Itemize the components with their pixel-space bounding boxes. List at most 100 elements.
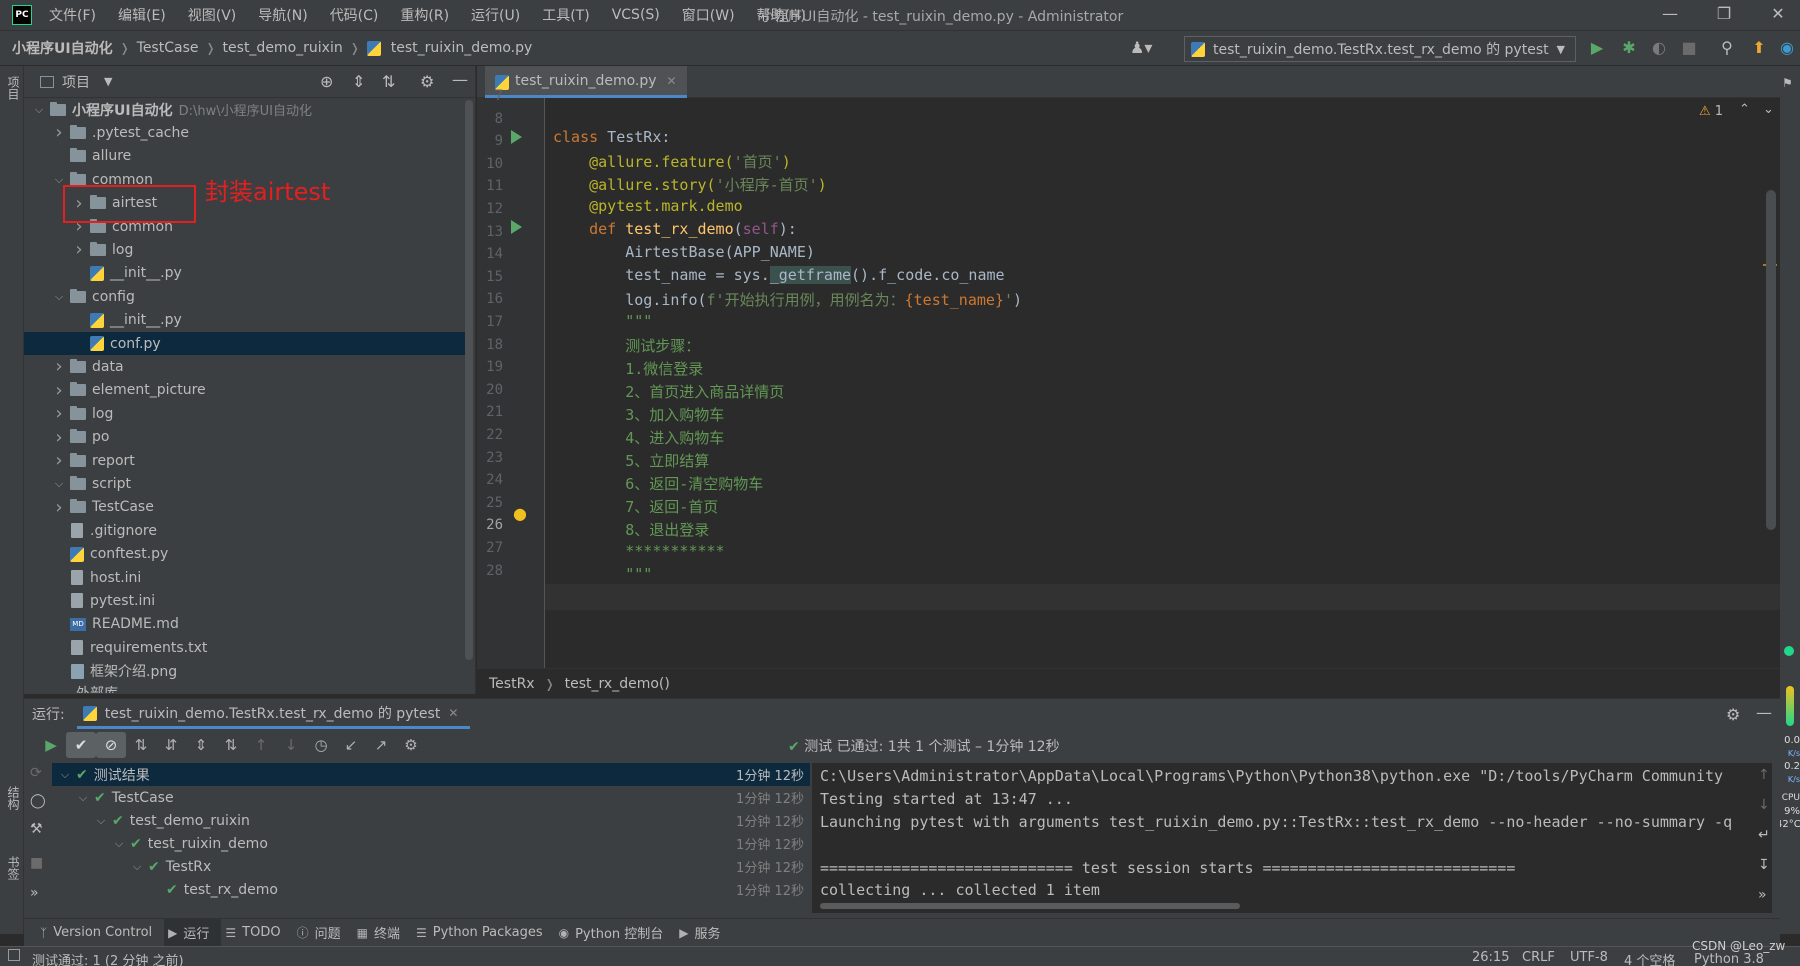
console-horizontal-scrollbar[interactable] [820, 903, 1240, 909]
tree-row-folder[interactable]: › po [24, 426, 468, 449]
chevron-right-icon[interactable]: › [52, 403, 66, 424]
chevron-right-icon[interactable]: › [52, 450, 66, 471]
test-result-row[interactable]: ⌵ ✔ TestCase 1分钟 12秒 [52, 786, 810, 809]
project-tool-button[interactable]: 项目 [5, 76, 22, 100]
menu-file[interactable]: 文件(F) [38, 5, 107, 25]
chevron-down-icon[interactable]: ⌵ [130, 860, 144, 874]
next-failed-icon[interactable]: ↓ [276, 732, 306, 758]
lightbulb-icon[interactable]: ● [513, 504, 527, 523]
tree-row-file[interactable]: 框架介绍.png [24, 660, 468, 683]
tool-python-packages[interactable]: ☰ Python Packages [412, 925, 555, 940]
collapse-all-icon[interactable]: ⇅ [216, 732, 246, 758]
menu-run[interactable]: 运行(U) [460, 5, 531, 25]
toggle-auto-test-icon[interactable]: ◯ [30, 793, 46, 809]
breadcrumb-class[interactable]: TestRx [489, 676, 535, 692]
menu-window[interactable]: 窗口(W) [671, 5, 746, 25]
export-tests-icon[interactable]: ↗ [366, 732, 396, 758]
close-tab-icon[interactable]: ✕ [667, 74, 677, 88]
collapse-all-icon[interactable]: ⇅ [382, 72, 395, 91]
previous-failed-icon[interactable]: ↑ [246, 732, 276, 758]
breadcrumb-file[interactable]: test_ruixin_demo.py [387, 40, 537, 56]
tool-todo[interactable]: ☰ TODO [221, 925, 292, 940]
tool-services[interactable]: ▶ 服务 [675, 923, 732, 943]
sort-alpha-icon[interactable]: ⇅ [126, 732, 156, 758]
plugin-icon[interactable]: ◉ [1776, 37, 1798, 59]
toggle-tool-windows-icon[interactable] [8, 949, 20, 961]
stop-icon[interactable]: ■ [30, 855, 43, 871]
rerun-icon[interactable]: ▶ [36, 732, 66, 758]
more-icon[interactable]: » [1758, 887, 1767, 903]
stop-icon[interactable]: ■ [1678, 37, 1700, 59]
close-tab-icon[interactable]: ✕ [448, 706, 458, 720]
menu-navigate[interactable]: 导航(N) [247, 5, 318, 25]
more-icon[interactable]: » [30, 885, 39, 901]
tree-row-file[interactable]: MD README.md [24, 613, 468, 636]
chevron-right-icon[interactable]: › [72, 239, 86, 260]
menu-view[interactable]: 视图(V) [177, 5, 248, 25]
run-test-icon[interactable] [511, 220, 522, 234]
wrench-icon[interactable]: ⚒ [30, 821, 43, 837]
tree-row-file[interactable]: __init__.py [24, 262, 468, 285]
chevron-right-icon[interactable]: › [52, 497, 66, 518]
chevron-right-icon[interactable]: › [52, 380, 66, 401]
indent-setting[interactable]: 4 个空格 [1624, 950, 1675, 966]
tool-terminal[interactable]: ▦ 终端 [353, 923, 412, 943]
project-scrollbar[interactable] [465, 100, 473, 660]
chevron-down-icon[interactable]: ⌵ [76, 791, 90, 805]
gear-icon[interactable]: ⚙ [420, 72, 434, 91]
chevron-down-icon[interactable]: ⌵ [32, 103, 46, 117]
search-icon[interactable]: ⚲ [1716, 37, 1738, 59]
tree-row-folder[interactable]: › TestCase [24, 496, 468, 519]
notifications-icon[interactable]: ⚑ [1782, 76, 1793, 90]
warnings-indicator[interactable]: ⚠ 1 [1699, 104, 1723, 119]
structure-tool-button[interactable]: 结构 [5, 786, 22, 810]
sort-duration-icon[interactable]: ⇵ [156, 732, 186, 758]
status-message[interactable]: 测试通过: 1 (2 分钟 之前) [32, 950, 184, 966]
tree-row-folder[interactable]: › element_picture [24, 379, 468, 402]
chevron-right-icon[interactable]: › [52, 122, 66, 143]
tree-row-file[interactable]: __init__.py [24, 309, 468, 332]
user-icon[interactable]: ♟▾ [1130, 37, 1152, 59]
debug-icon[interactable]: ✱ [1618, 37, 1640, 59]
tab-test-ruixin-demo[interactable]: test_ruixin_demo.py ✕ [485, 66, 687, 98]
expand-all-icon[interactable]: ⇕ [352, 72, 365, 91]
chevron-up-icon[interactable]: ⌃ [1739, 102, 1750, 117]
test-result-row[interactable]: ⌵ ✔ TestRx 1分钟 12秒 [52, 855, 810, 878]
tool-problems[interactable]: ⓘ 问题 [293, 923, 353, 942]
chevron-right-icon[interactable]: › [52, 356, 66, 377]
tree-row-folder[interactable]: ⌵ 小程序UI自动化 D:\hw\小程序UI自动化 [24, 98, 468, 121]
chevron-down-icon[interactable]: ⌄ [1763, 102, 1774, 117]
tree-row-file[interactable]: conftest.py [24, 543, 468, 566]
tree-row-folder[interactable]: › log [24, 238, 468, 261]
hide-panel-icon[interactable]: — [1756, 703, 1772, 722]
tree-row-file[interactable]: requirements.txt [24, 636, 468, 659]
chevron-down-icon[interactable]: ⌵ [52, 290, 66, 304]
python-interpreter[interactable]: Python 3.8 [1694, 952, 1764, 966]
tree-row-file[interactable]: conf.py [24, 332, 468, 355]
bookmarks-tool-button[interactable]: 书签 [5, 856, 22, 880]
tree-row-folder[interactable]: ⌵ script [24, 472, 468, 495]
gear-icon[interactable]: ⚙ [1726, 705, 1740, 724]
gear-icon[interactable]: ⚙ [396, 732, 426, 758]
run-tab[interactable]: test_ruixin_demo.TestRx.test_rx_demo 的 p… [76, 699, 471, 729]
menu-tools[interactable]: 工具(T) [531, 5, 600, 25]
tree-row-folder[interactable]: › report [24, 449, 468, 472]
editor-scrollbar[interactable] [1766, 190, 1776, 530]
arrow-up-icon[interactable]: ↑ [1758, 767, 1770, 783]
menu-vcs[interactable]: VCS(S) [601, 7, 671, 23]
breadcrumb-testcase[interactable]: TestCase [133, 40, 203, 56]
coverage-icon[interactable]: ◐ [1648, 37, 1670, 59]
console-output[interactable]: C:\Users\Administrator\AppData\Local\Pro… [812, 763, 1772, 913]
tree-row-folder[interactable]: › data [24, 355, 468, 378]
run-class-icon[interactable] [511, 130, 522, 144]
arrow-down-icon[interactable]: ↓ [1758, 797, 1770, 813]
tree-row-folder[interactable]: › .pytest_cache [24, 121, 468, 144]
tool-run[interactable]: ▶ 运行 [164, 918, 222, 947]
menu-refactor[interactable]: 重构(R) [389, 5, 460, 25]
soft-wrap-icon[interactable]: ↵ [1758, 827, 1770, 843]
chevron-down-icon[interactable]: ⌵ [58, 768, 72, 782]
rerun-failed-icon[interactable]: ⟳ [30, 765, 42, 781]
tree-row-folder[interactable]: › log [24, 402, 468, 425]
tree-row-file[interactable]: pytest.ini [24, 589, 468, 612]
tool-python-console[interactable]: ◉ Python 控制台 [555, 923, 676, 943]
